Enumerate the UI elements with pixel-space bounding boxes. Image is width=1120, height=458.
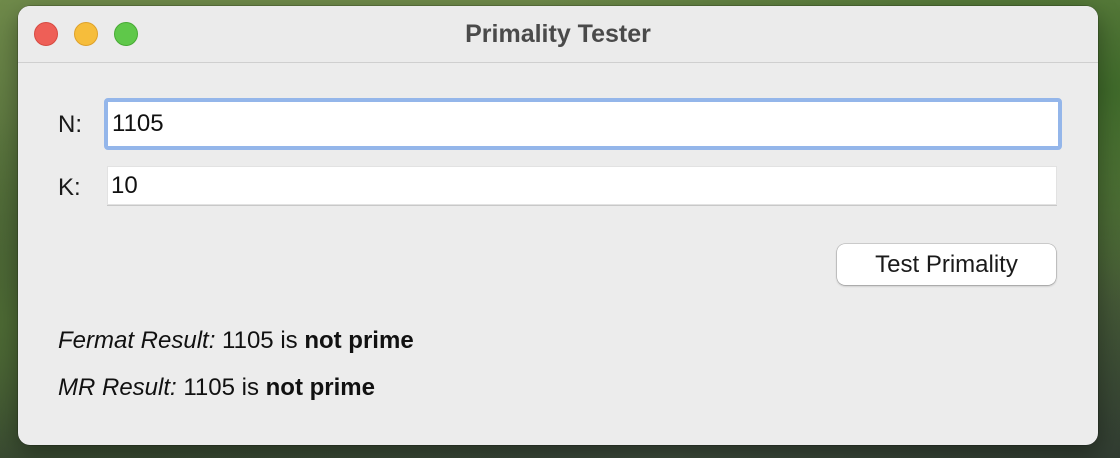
window-title: Primality Tester <box>465 20 651 48</box>
mr-result-number: 1105 is <box>176 374 266 401</box>
fermat-result-label: Fermat Result: <box>58 327 216 354</box>
title-bar: Primality Tester <box>18 6 1098 63</box>
fermat-result-line: Fermat Result: 1105 is not prime <box>58 327 414 355</box>
k-input[interactable] <box>107 166 1057 206</box>
mr-result-verdict: not prime <box>265 374 375 401</box>
n-label: N: <box>58 111 82 138</box>
app-window: Primality Tester N: K: Test Primality Fe… <box>18 6 1098 445</box>
n-input[interactable] <box>104 98 1062 150</box>
desktop-background: Primality Tester N: K: Test Primality Fe… <box>0 0 1120 458</box>
main-content: N: K: Test Primality Fermat Result: 1105… <box>18 63 1098 445</box>
mr-result-line: MR Result: 1105 is not prime <box>58 374 375 402</box>
fermat-result-verdict: not prime <box>304 327 414 354</box>
mr-result-label: MR Result: <box>58 374 177 401</box>
test-primality-button[interactable]: Test Primality <box>837 244 1056 285</box>
k-label: K: <box>58 174 81 201</box>
fermat-result-number: 1105 is <box>215 327 305 354</box>
